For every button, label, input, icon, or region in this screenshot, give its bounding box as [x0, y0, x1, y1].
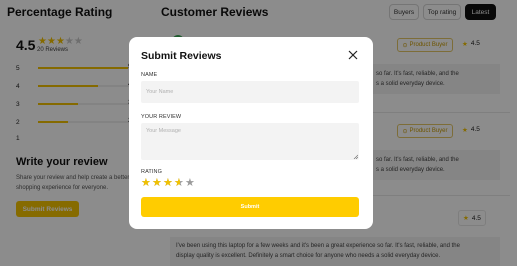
star-icon[interactable]: ★★	[174, 178, 185, 189]
close-icon[interactable]	[347, 49, 359, 61]
resize-handle-icon[interactable]	[353, 154, 358, 159]
star-icon[interactable]: ★★	[152, 178, 163, 189]
review-textarea[interactable]	[141, 123, 359, 160]
review-label: YOUR REVIEW	[141, 114, 182, 120]
submit-button[interactable]: Submit	[141, 197, 359, 217]
star-icon[interactable]: ★★	[163, 178, 174, 189]
rating-stars-input[interactable]: ★★★★★★★★★★	[141, 178, 196, 189]
rating-label: RATING	[141, 169, 162, 175]
name-input[interactable]	[141, 81, 359, 103]
star-icon[interactable]: ★★	[141, 178, 152, 189]
star-icon[interactable]: ★★	[185, 178, 196, 189]
name-label: NAME	[141, 72, 158, 78]
modal-title: Submit Reviews	[141, 50, 222, 62]
submit-review-modal: Submit Reviews NAME YOUR REVIEW RATING ★…	[129, 37, 373, 229]
